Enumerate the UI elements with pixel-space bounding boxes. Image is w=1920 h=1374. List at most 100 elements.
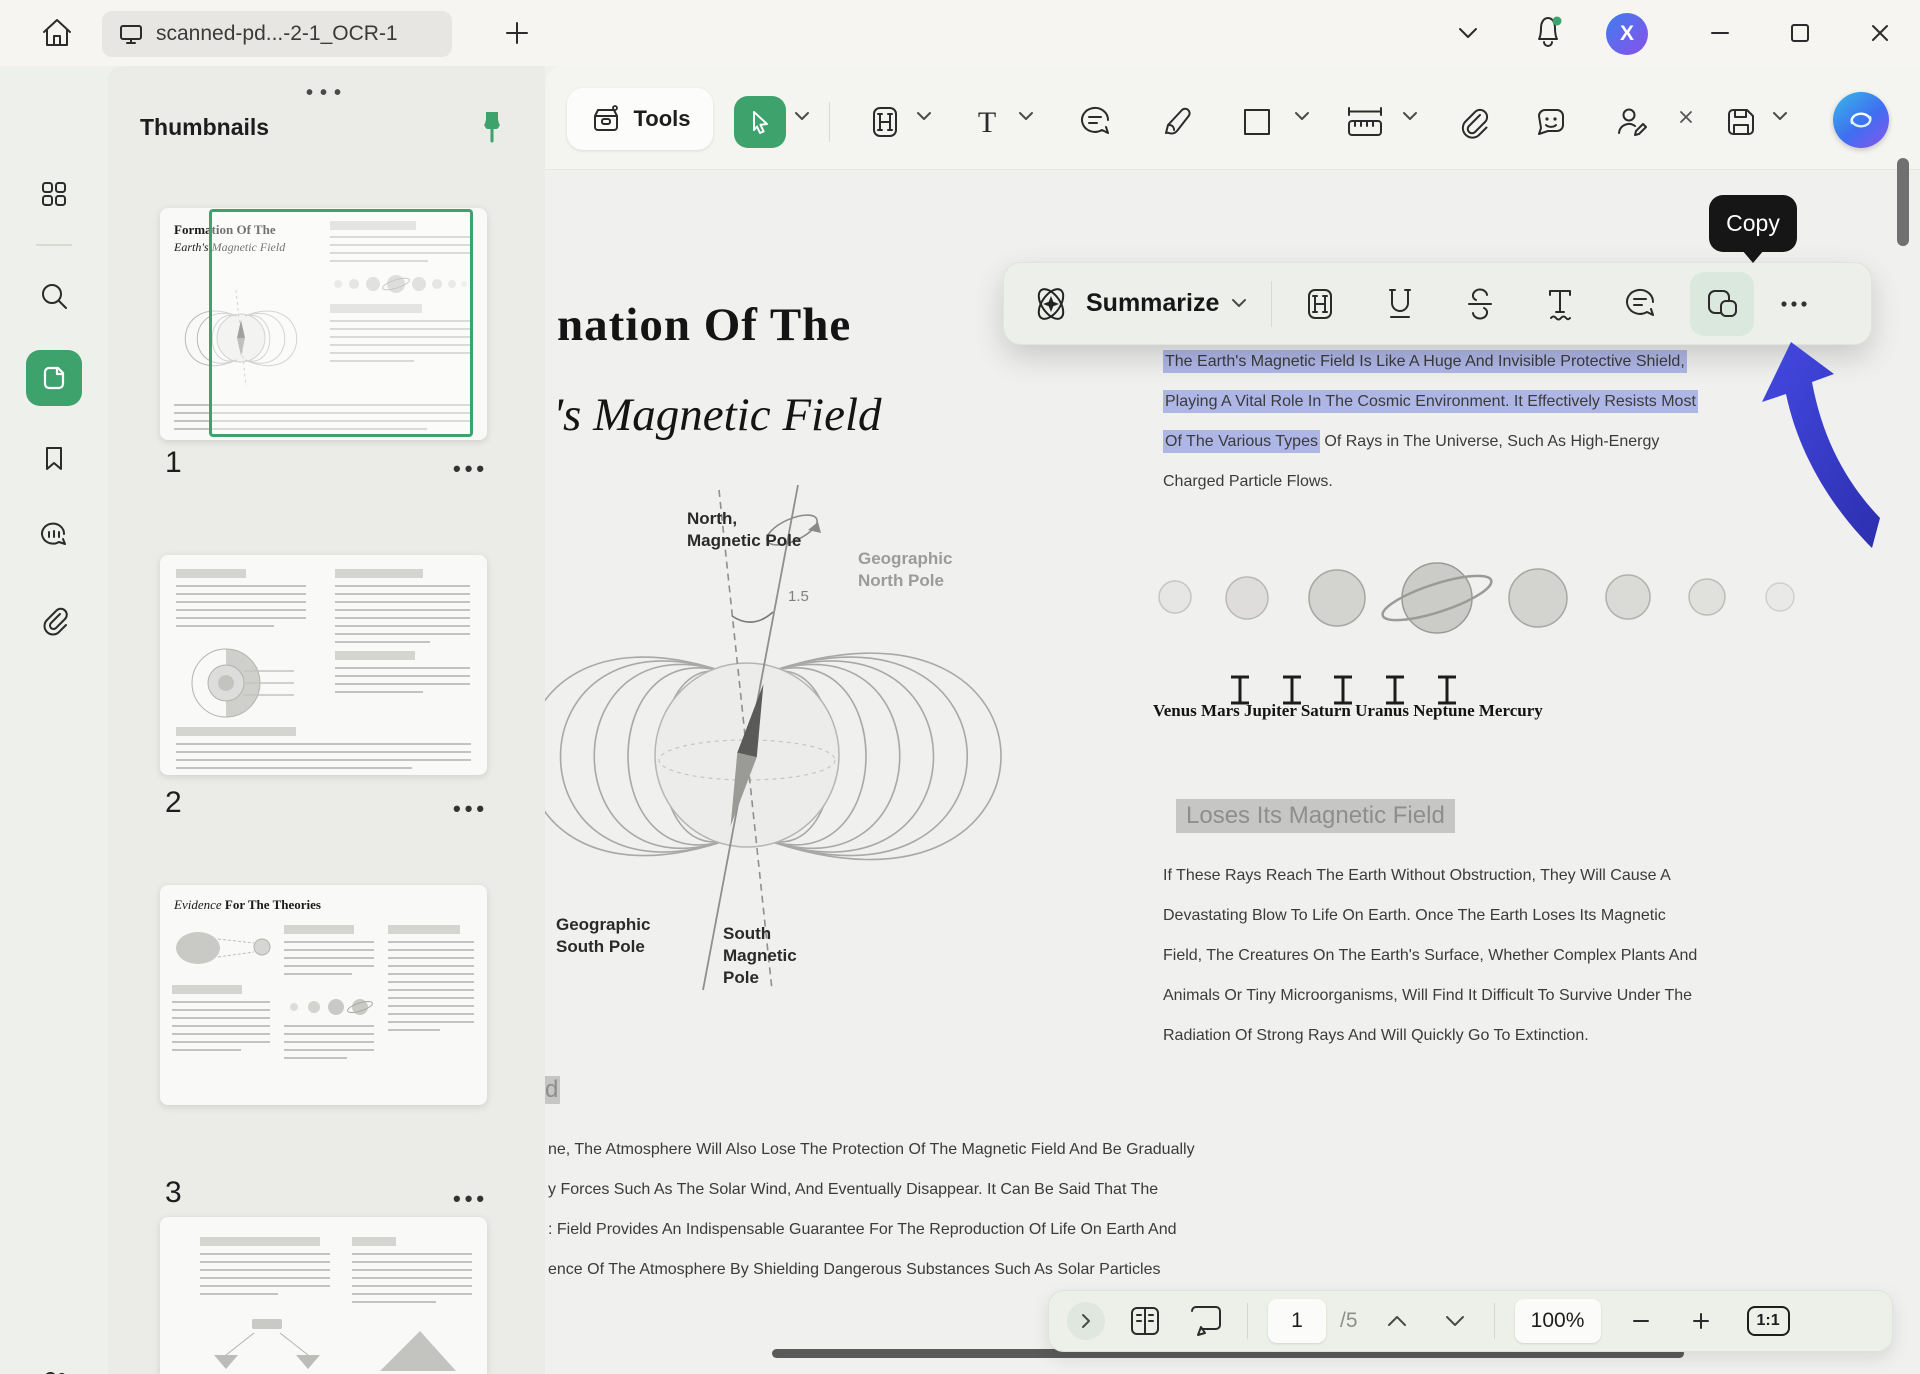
select-tool-dropdown[interactable] [793, 110, 811, 122]
thumb3-moon-diagram [170, 921, 280, 975]
strikethrough-text-button[interactable] [1452, 276, 1508, 332]
notifications-button[interactable] [1528, 11, 1568, 51]
text-tool-dropdown[interactable] [1017, 110, 1035, 122]
home-button[interactable] [38, 14, 76, 52]
zoom-in-button[interactable] [1681, 1311, 1721, 1331]
expand-bar-button[interactable] [1067, 1302, 1105, 1340]
appearance-button[interactable] [26, 1356, 82, 1374]
shapes-tool-button[interactable] [1233, 98, 1281, 146]
selection-toolbar-divider [1271, 281, 1272, 327]
vertical-scrollbar[interactable] [1897, 158, 1909, 246]
pen-tool-button[interactable] [1153, 98, 1201, 146]
rail-divider [36, 244, 72, 246]
thumb3-title-italic: Evidence [174, 897, 222, 912]
comments-button[interactable] [26, 508, 82, 564]
svg-text:T: T [978, 106, 996, 139]
attachments-button[interactable] [26, 592, 82, 648]
presentation-button[interactable] [1185, 1301, 1227, 1341]
paperclip-icon [38, 604, 70, 636]
summarize-dropdown-icon[interactable] [1231, 298, 1247, 309]
document-tab[interactable]: scanned-pd...-2-1_OCR-1 [102, 11, 452, 57]
thumb3-col1 [172, 985, 270, 1057]
pin-panel-button[interactable] [476, 108, 508, 144]
thumbnails-tab-button[interactable] [26, 350, 82, 406]
maximize-button[interactable] [1780, 13, 1820, 53]
chevron-down-icon [1457, 26, 1479, 40]
plus-icon [1691, 1311, 1711, 1331]
bookmarks-button[interactable] [26, 430, 82, 486]
viewport-indicator[interactable] [209, 209, 473, 437]
summarize-button[interactable]: Summarize [1028, 281, 1247, 327]
text-tool-button[interactable]: T [963, 98, 1011, 146]
page-layout-button[interactable] [1125, 1301, 1165, 1341]
squiggly-underline-button[interactable] [1532, 276, 1588, 332]
p2-line: Field, The Creatures On The Earth's Surf… [1163, 936, 1697, 976]
ai-orbit-icon [1028, 281, 1074, 327]
avatar[interactable]: X [1606, 13, 1648, 55]
tools-button[interactable]: Tools [567, 88, 713, 150]
page-total: /5 [1340, 1309, 1358, 1333]
page-number-input[interactable]: 1 [1268, 1299, 1326, 1343]
p1-line4: Charged Particle Flows. [1163, 462, 1698, 502]
page-icon [39, 363, 69, 393]
save-button[interactable] [1717, 98, 1765, 146]
pen-icon [1158, 103, 1196, 141]
actual-size-button[interactable]: 1:1 [1747, 1306, 1790, 1336]
more-options-button[interactable] [1772, 276, 1816, 332]
signature-tool-button[interactable] [1607, 98, 1655, 146]
zoom-out-button[interactable] [1621, 1311, 1661, 1331]
page-1-menu[interactable]: ••• [453, 456, 488, 482]
shapes-tool-dropdown[interactable] [1293, 110, 1311, 122]
thumb4-col1 [200, 1237, 330, 1301]
attach-tool-button[interactable] [1449, 98, 1497, 146]
thumbnail-page-1[interactable]: Formation Of The Earth's Magnetic Field [160, 208, 487, 440]
title-bar: scanned-pd...-2-1_OCR-1 X [0, 0, 1920, 66]
previous-page-button[interactable] [1378, 1314, 1416, 1328]
thumbnail-page-3[interactable]: Evidence For The Theories [160, 885, 487, 1105]
paragraph-bottom: ne, The Atmosphere Will Also Lose The Pr… [548, 1130, 1195, 1290]
add-comment-button[interactable] [1612, 276, 1668, 332]
tabs-dropdown-button[interactable] [1448, 13, 1488, 53]
label-south-magnetic-pole: SouthMagneticPole [723, 923, 797, 989]
close-button[interactable] [1860, 13, 1900, 53]
copy-button[interactable] [1690, 272, 1754, 336]
page-3-menu[interactable]: ••• [453, 1186, 488, 1212]
grid-view-button[interactable] [26, 166, 82, 222]
main-toolbar: Tools T [545, 66, 1920, 170]
new-tab-button[interactable] [502, 18, 532, 48]
minimize-button[interactable] [1700, 13, 1740, 53]
chevron-up-icon [1386, 1314, 1408, 1328]
save-dropdown[interactable] [1771, 110, 1789, 122]
search-button[interactable] [26, 268, 82, 324]
document-canvas[interactable]: nation Of The 's Magnetic Field [545, 170, 1920, 1374]
ai-assistant-button[interactable] [1833, 92, 1889, 148]
measure-tool-button[interactable] [1339, 98, 1391, 146]
zoom-level-input[interactable]: 100% [1515, 1299, 1601, 1343]
copy-icon [1703, 285, 1741, 323]
comment-tool-button[interactable] [1071, 98, 1119, 146]
thumbnail-page-4[interactable] [160, 1217, 487, 1374]
doc-title-line1: nation Of The [557, 298, 851, 352]
thumb2-col2 [335, 569, 470, 699]
thumbnail-page-2[interactable] [160, 555, 487, 775]
strikethrough-icon [1462, 286, 1498, 322]
next-page-button[interactable] [1436, 1314, 1474, 1328]
highlight-text-button[interactable] [1292, 276, 1348, 332]
planets-caption: Venus Mars Jupiter Saturn Uranus Neptune… [1153, 701, 1543, 721]
thumb4-satellite-diagram [204, 1313, 334, 1373]
label-angle: 1.5 [788, 588, 809, 605]
thumb2-col1 [176, 569, 306, 633]
bottom-bar-divider [1247, 1303, 1248, 1339]
highlight-tool-dropdown[interactable] [915, 110, 933, 122]
thumb3-col2b [284, 1025, 374, 1065]
app-window: scanned-pd...-2-1_OCR-1 X [0, 0, 1920, 1374]
measure-tool-dropdown[interactable] [1401, 110, 1419, 122]
highlight-tool-button[interactable] [861, 98, 909, 146]
panel-drag-handle[interactable]: ••• [306, 82, 348, 105]
underline-text-button[interactable] [1372, 276, 1428, 332]
toolbar-overflow-button[interactable] [1673, 104, 1699, 130]
page-2-menu[interactable]: ••• [453, 796, 488, 822]
select-tool-button[interactable] [734, 96, 786, 148]
underline-icon [1382, 286, 1418, 322]
sticker-tool-button[interactable] [1527, 98, 1575, 146]
